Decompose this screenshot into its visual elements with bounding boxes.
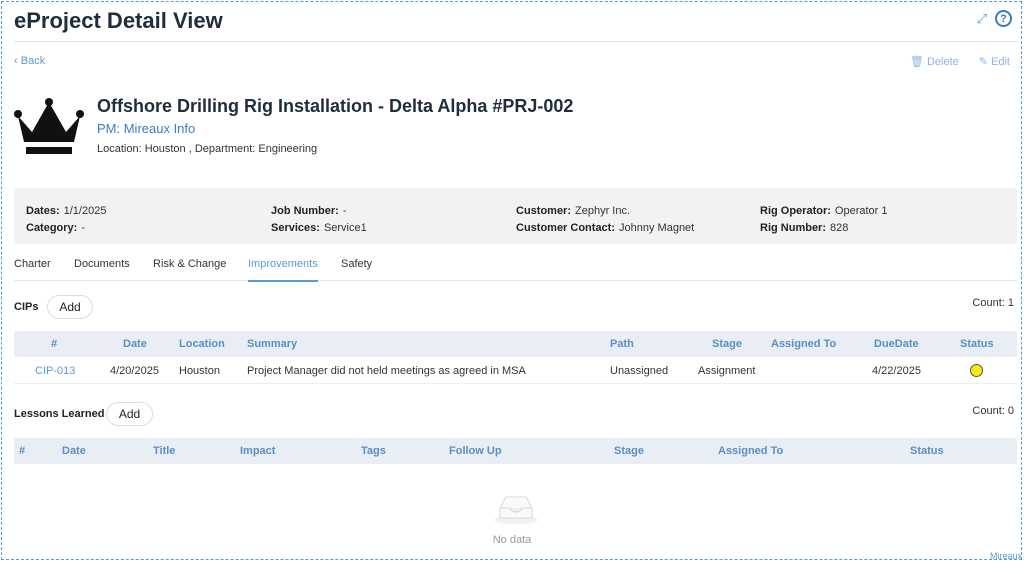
rig-number-label: Rig Number: xyxy=(760,222,826,234)
th-status[interactable]: Status xyxy=(910,445,944,457)
app-title: eProject Detail View xyxy=(14,8,223,33)
th-number[interactable]: # xyxy=(19,445,25,457)
th-status[interactable]: Status xyxy=(960,338,994,350)
th-assigned-to[interactable]: Assigned To xyxy=(771,338,836,350)
tab-charter[interactable]: Charter xyxy=(14,258,51,280)
info-col-2: Job Number: - Services: Service1 xyxy=(271,203,367,237)
cip-id-link[interactable]: CIP-013 xyxy=(35,365,75,377)
cip-path: Unassigned xyxy=(610,365,669,377)
dates-label: Dates: xyxy=(26,205,60,217)
project-manager[interactable]: PM: Mireaux Info xyxy=(97,121,195,136)
rig-operator-label: Rig Operator: xyxy=(760,205,831,217)
chevron-left-icon: ‹ xyxy=(14,55,21,67)
delete-label: Delete xyxy=(926,56,959,68)
add-lesson-button[interactable]: Add xyxy=(106,402,153,426)
footer-brand: Mireaux xyxy=(989,551,1022,561)
th-title[interactable]: Title xyxy=(153,445,175,457)
cips-count: Count: 1 xyxy=(972,297,1014,309)
th-follow-up[interactable]: Follow Up xyxy=(449,445,502,457)
th-due-date[interactable]: DueDate xyxy=(874,338,919,350)
status-indicator xyxy=(970,364,983,377)
delete-button[interactable]: 🗑 Delete xyxy=(910,55,959,68)
customer-label: Customer: xyxy=(516,205,572,217)
cips-label: CIPs xyxy=(14,301,39,313)
job-number-value: - xyxy=(342,205,347,217)
edit-label: Edit xyxy=(991,56,1010,68)
customer-value: Zephyr Inc. xyxy=(575,205,631,217)
tab-documents[interactable]: Documents xyxy=(74,258,130,280)
cip-stage: Assignment xyxy=(698,365,756,377)
th-date[interactable]: Date xyxy=(62,445,86,457)
cip-due-date: 4/22/2025 xyxy=(872,365,921,377)
services-value: Service1 xyxy=(323,222,367,234)
crown-icon xyxy=(14,98,84,154)
back-label: Back xyxy=(20,55,46,67)
header-bar: eProject Detail View ⤢ ? xyxy=(14,6,1018,42)
header-icons: ⤢ ? xyxy=(977,10,1012,27)
category-value: - xyxy=(81,222,86,234)
empty-inbox-icon xyxy=(494,496,538,524)
add-cip-button[interactable]: Add xyxy=(47,295,93,319)
pencil-icon: ✎ xyxy=(978,56,992,68)
th-tags[interactable]: Tags xyxy=(361,445,386,457)
th-summary[interactable]: Summary xyxy=(247,338,297,350)
cip-summary: Project Manager did not held meetings as… xyxy=(247,365,526,377)
customer-contact-label: Customer Contact: xyxy=(516,222,616,234)
no-data-text: No data xyxy=(492,534,532,546)
th-number[interactable]: # xyxy=(51,338,57,350)
dates-value: 1/1/2025 xyxy=(63,205,107,217)
help-icon[interactable]: ? xyxy=(995,10,1012,27)
table-row[interactable]: CIP-013 4/20/2025 Houston Project Manage… xyxy=(14,358,1017,384)
cip-date: 4/20/2025 xyxy=(110,365,159,377)
project-title: Offshore Drilling Rig Installation - Del… xyxy=(97,96,574,116)
customer-contact-value: Johnny Magnet xyxy=(619,222,695,234)
th-stage[interactable]: Stage xyxy=(712,338,742,350)
tab-safety[interactable]: Safety xyxy=(341,258,372,280)
info-panel: Dates: 1/1/2025 Category: - Job Number: - S… xyxy=(14,188,1017,244)
cip-location: Houston xyxy=(179,365,220,377)
lessons-table-header: # Date Title Impact Tags Follow Up Stage… xyxy=(14,438,1017,464)
cips-table-header: # Date Location Summary Path Stage Assig… xyxy=(14,331,1017,357)
th-path[interactable]: Path xyxy=(610,338,634,350)
tab-risk-change[interactable]: Risk & Change xyxy=(153,258,226,280)
tab-bar: Charter Documents Risk & Change Improvem… xyxy=(14,250,1018,282)
info-col-3: Customer: Zephyr Inc. Customer Contact: Jo… xyxy=(516,203,694,237)
back-link[interactable]: ‹ Back xyxy=(14,55,45,67)
services-label: Services: xyxy=(271,222,320,234)
category-label: Category: xyxy=(26,222,78,234)
lessons-label: Lessons Learned xyxy=(14,408,105,420)
edit-button[interactable]: ✎ Edit xyxy=(979,55,1010,68)
th-stage[interactable]: Stage xyxy=(614,445,644,457)
lessons-count: Count: 0 xyxy=(972,405,1014,417)
expand-icon[interactable]: ⤢ xyxy=(977,11,987,27)
project-location: Location: Houston , Department: Engineer… xyxy=(97,143,318,155)
rig-operator-value: Operator 1 xyxy=(834,205,888,217)
action-links: 🗑 Delete ✎ Edit xyxy=(910,55,1010,68)
trash-icon: 🗑 xyxy=(909,56,927,68)
th-assigned-to[interactable]: Assigned To xyxy=(718,445,783,457)
rig-number-value: 828 xyxy=(830,222,849,234)
tab-improvements[interactable]: Improvements xyxy=(248,258,318,282)
info-col-1: Dates: 1/1/2025 Category: - xyxy=(26,203,106,237)
job-number-label: Job Number: xyxy=(271,205,339,217)
th-location[interactable]: Location xyxy=(179,338,225,350)
th-date[interactable]: Date xyxy=(123,338,147,350)
th-impact[interactable]: Impact xyxy=(240,445,275,457)
info-col-4: Rig Operator: Operator 1 Rig Number: 828 xyxy=(760,203,888,237)
